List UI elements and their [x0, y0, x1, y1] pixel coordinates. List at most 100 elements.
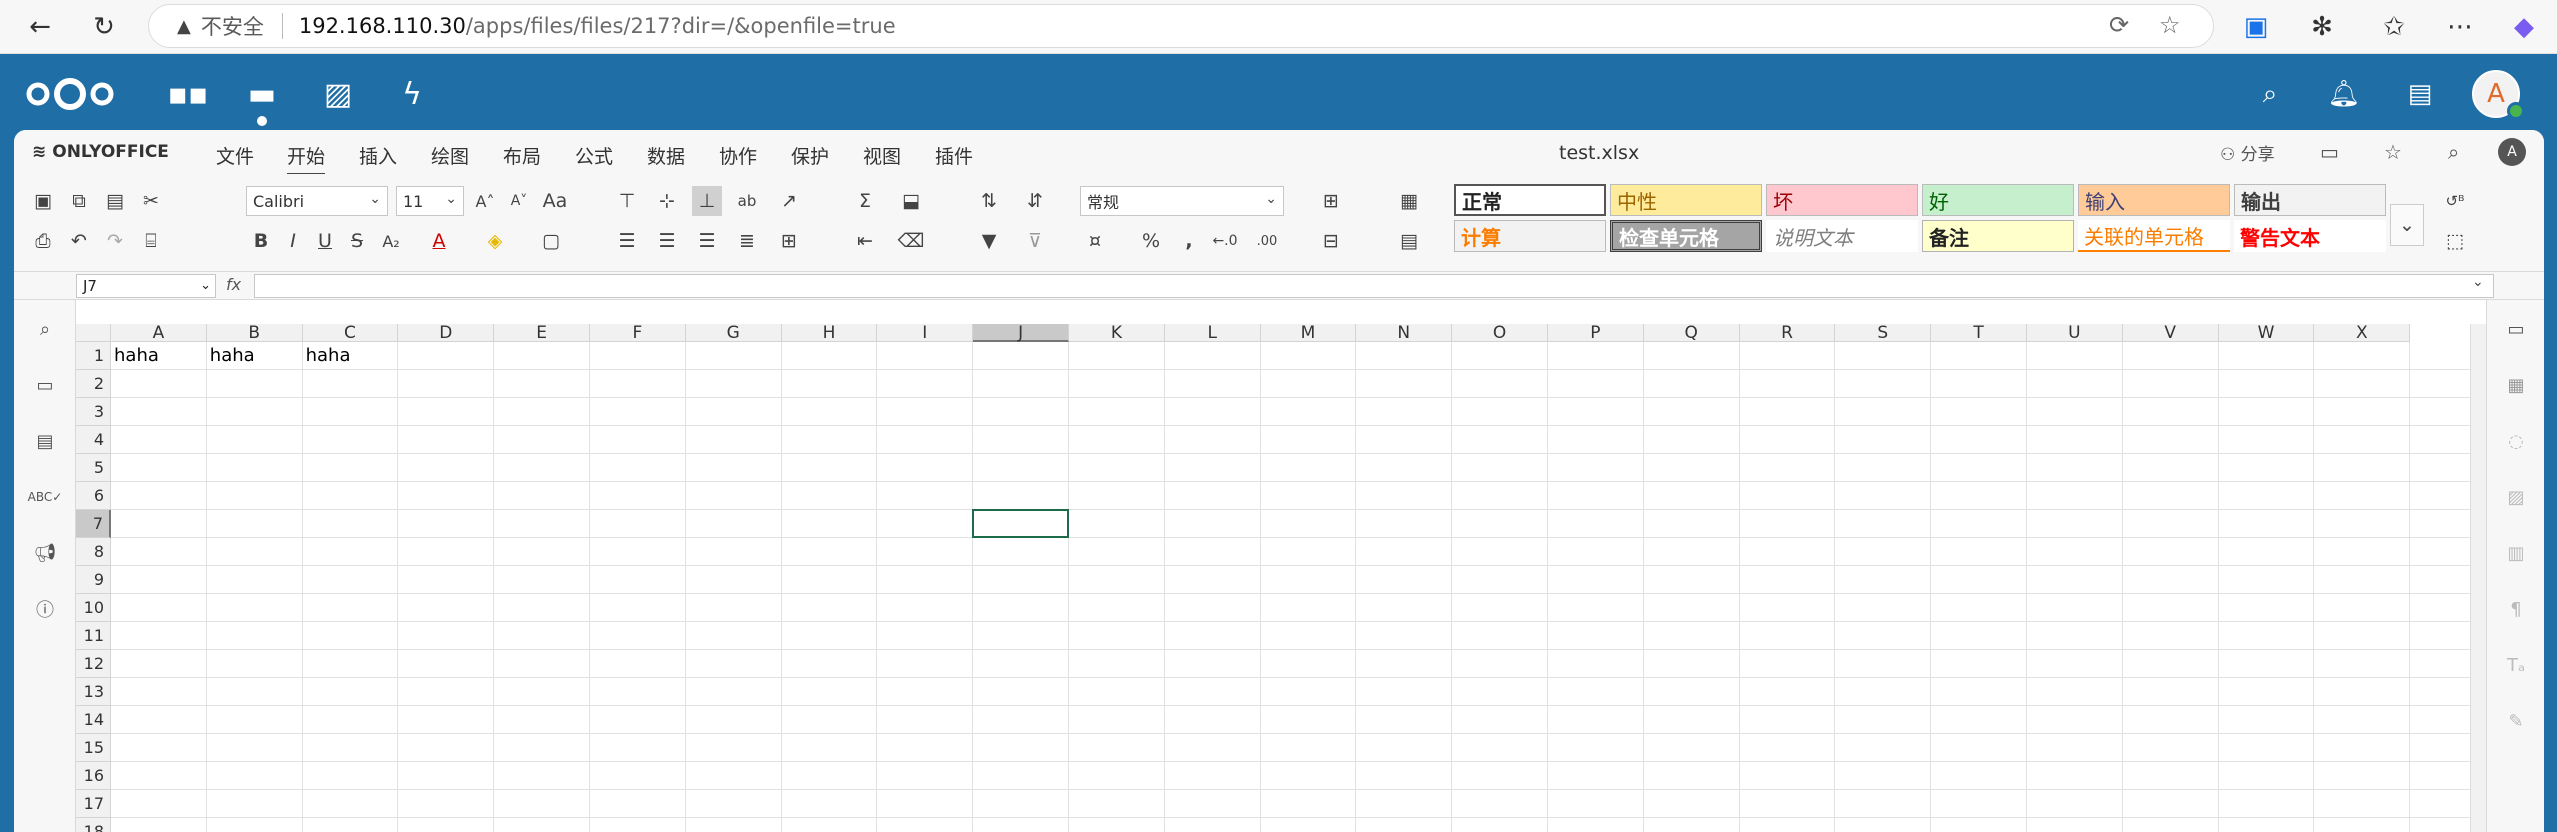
orientation-icon[interactable]: ↗	[774, 186, 804, 216]
style-neutral[interactable]: 中性	[1610, 184, 1762, 216]
spellcheck-icon[interactable]: ABC✓	[28, 482, 63, 512]
style-normal[interactable]: 正常	[1454, 184, 1606, 216]
styles-expand-chevron-down-icon[interactable]: ⌄	[2390, 204, 2424, 246]
image-settings-icon[interactable]: ▨	[2501, 482, 2531, 512]
subscript-icon[interactable]: A₂	[376, 226, 406, 256]
align-bottom-icon[interactable]: ⊥	[692, 186, 722, 216]
row-header-5[interactable]: 5	[76, 454, 111, 482]
dashboard-icon[interactable]: ▪▪	[168, 76, 209, 112]
fill-color-icon[interactable]: ◈	[480, 226, 510, 256]
strikethrough-icon[interactable]: S	[342, 226, 372, 256]
share-button[interactable]: ⚇ 分享	[2220, 140, 2275, 165]
row-header-13[interactable]: 13	[76, 678, 111, 706]
notifications-icon[interactable]: 🔔︎	[2326, 76, 2362, 112]
files-icon[interactable]: ▬	[244, 76, 280, 126]
row-header-9[interactable]: 9	[76, 566, 111, 594]
row-header-11[interactable]: 11	[76, 622, 111, 650]
row-header-6[interactable]: 6	[76, 482, 111, 510]
redo-icon[interactable]: ↷	[100, 226, 130, 256]
row-header-18[interactable]: 18	[76, 818, 111, 832]
user-avatar[interactable]: A	[2498, 138, 2526, 166]
activity-icon[interactable]: ϟ	[394, 76, 430, 112]
format-as-table-icon[interactable]: ▤	[1394, 226, 1424, 256]
align-center-icon[interactable]: ☰	[652, 226, 682, 256]
borders-icon[interactable]: ▢	[536, 226, 566, 256]
column-header-C[interactable]: C	[302, 324, 399, 342]
number-format-select[interactable]: 常规 ⌄	[1080, 186, 1284, 216]
align-middle-icon[interactable]: ⊹	[652, 186, 682, 216]
more-menu-icon[interactable]: ⋯	[2442, 9, 2478, 45]
tab-layout[interactable]: 布局	[503, 142, 541, 169]
comma-style-icon[interactable]: ,	[1174, 226, 1204, 256]
bold-icon[interactable]: B	[246, 226, 276, 256]
change-case-icon[interactable]: Aa	[540, 186, 570, 216]
style-explanatory[interactable]: 说明文本	[1766, 220, 1918, 252]
translate-icon[interactable]: ⟳	[2109, 11, 2129, 39]
favorite-icon[interactable]: ☆	[2384, 140, 2402, 164]
increase-font-icon[interactable]: A˄	[470, 186, 500, 216]
row-header-7[interactable]: 7	[76, 510, 111, 538]
tab-home[interactable]: 开始	[287, 142, 326, 176]
favorite-star-icon[interactable]: ☆	[2159, 11, 2181, 39]
tab-collaboration[interactable]: 协作	[719, 142, 757, 169]
row-header-4[interactable]: 4	[76, 426, 111, 454]
textart-settings-icon[interactable]: Tₐ	[2501, 650, 2531, 680]
search-icon[interactable]: ⌕	[2252, 76, 2288, 112]
font-name-select[interactable]: Calibri ⌄	[246, 186, 388, 216]
search-icon[interactable]: ⌕	[30, 314, 60, 344]
about-icon[interactable]: ⓘ	[30, 594, 60, 624]
column-header-E[interactable]: E	[494, 324, 590, 342]
font-color-icon[interactable]: A	[424, 226, 454, 256]
back-icon[interactable]: ←	[22, 9, 58, 45]
style-check-cell[interactable]: 检查单元格	[1610, 220, 1762, 252]
column-header-U[interactable]: U	[2027, 324, 2123, 342]
column-header-A[interactable]: A	[111, 324, 207, 342]
justify-icon[interactable]: ≣	[732, 226, 762, 256]
style-bad[interactable]: 坏	[1766, 184, 1918, 216]
table-settings-icon[interactable]: ▦	[2501, 370, 2531, 400]
tab-draw[interactable]: 绘图	[431, 142, 469, 169]
column-header-M[interactable]: M	[1260, 324, 1357, 342]
favorites-icon[interactable]: ✩	[2376, 9, 2412, 45]
style-linked-cell[interactable]: 关联的单元格	[2078, 220, 2230, 252]
paste-icon[interactable]: ▤	[100, 186, 130, 216]
undo-icon[interactable]: ↶	[64, 226, 94, 256]
row-header-14[interactable]: 14	[76, 706, 111, 734]
column-header-V[interactable]: V	[2122, 324, 2219, 342]
row-header-2[interactable]: 2	[76, 370, 111, 398]
column-header-R[interactable]: R	[1739, 324, 1836, 342]
column-header-L[interactable]: L	[1164, 324, 1261, 342]
fill-icon[interactable]: ⬓	[896, 186, 926, 216]
column-header-F[interactable]: F	[590, 324, 686, 342]
expand-formula-chevron-down-icon[interactable]: ⌄	[2472, 274, 2484, 290]
extensions-icon[interactable]: ✻	[2304, 9, 2340, 45]
tab-formula[interactable]: 公式	[575, 142, 613, 169]
row-header-16[interactable]: 16	[76, 762, 111, 790]
sort-ascending-icon[interactable]: ⇅	[974, 186, 1004, 216]
select-all-icon[interactable]: ⬚	[2440, 226, 2470, 256]
cell-A1[interactable]: haha	[111, 342, 207, 370]
column-header-B[interactable]: B	[206, 324, 303, 342]
column-header-I[interactable]: I	[877, 324, 974, 342]
reload-icon[interactable]: ↻	[86, 9, 122, 45]
row-header-17[interactable]: 17	[76, 790, 111, 818]
row-header-10[interactable]: 10	[76, 594, 111, 622]
clear-icon[interactable]: ⌫	[896, 226, 926, 256]
select-all-corner[interactable]	[76, 324, 111, 342]
active-cell-selection[interactable]	[972, 509, 1069, 538]
increase-decimal-icon[interactable]: .00	[1252, 226, 1282, 256]
address-bar[interactable]: ▲ 不安全 192.168.110.30/apps/files/files/21…	[148, 4, 2214, 48]
feedback-icon[interactable]: 📢︎	[30, 538, 60, 568]
style-calculation[interactable]: 计算	[1454, 220, 1606, 252]
column-header-J[interactable]: J	[973, 324, 1069, 342]
extension-m-icon[interactable]: ▣	[2238, 9, 2274, 45]
vertical-scrollbar[interactable]	[2470, 324, 2486, 832]
sum-icon[interactable]: Σ	[850, 186, 880, 216]
tab-insert[interactable]: 插入	[359, 142, 397, 169]
style-input[interactable]: 输入	[2078, 184, 2230, 216]
cell-C1[interactable]: haha	[303, 342, 399, 370]
paragraph-settings-icon[interactable]: ¶	[2501, 594, 2531, 624]
row-header-3[interactable]: 3	[76, 398, 111, 426]
row-header-15[interactable]: 15	[76, 734, 111, 762]
clear-filter-icon[interactable]: ⊽	[1020, 226, 1050, 256]
